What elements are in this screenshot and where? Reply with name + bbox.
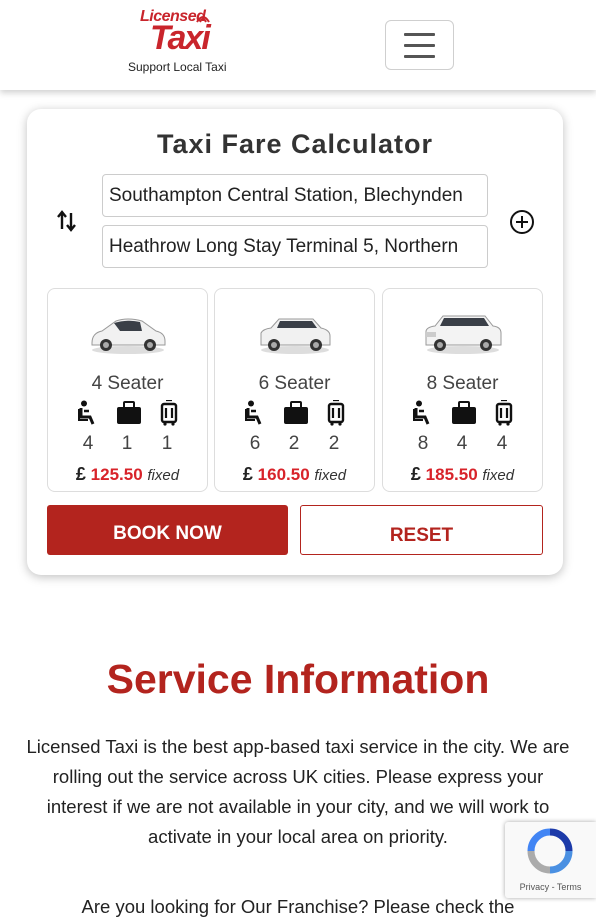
calculator-title: Taxi Fare Calculator bbox=[156, 129, 434, 159]
passenger-count: 4 bbox=[82, 433, 94, 454]
luggage-count: 1 bbox=[121, 433, 133, 454]
vehicle-option-8-seater[interactable]: 8 Seater 8 4 4 £ 185.50 fixed bbox=[382, 288, 543, 492]
service-info-title: Service Information bbox=[106, 656, 490, 702]
hand-luggage-count: 4 bbox=[496, 433, 508, 454]
vehicle-option-4-seater[interactable]: 4 Seater 4 1 1 £ 125.50 fixed bbox=[47, 288, 208, 492]
luggage-trolley-icon bbox=[495, 400, 513, 426]
car-suv-image bbox=[260, 318, 331, 354]
plus-circle-icon[interactable] bbox=[509, 209, 535, 235]
logo-tagline: Support Local Taxi bbox=[128, 60, 227, 74]
fare-amount: 160.50 bbox=[257, 465, 310, 484]
passenger-seat-icon bbox=[245, 400, 262, 425]
site-logo[interactable]: Licensed Taxi Support Local Taxi bbox=[128, 8, 240, 78]
passenger-seat-icon bbox=[413, 400, 430, 425]
hand-luggage-count: 2 bbox=[328, 433, 340, 454]
menu-toggle-button[interactable] bbox=[385, 20, 454, 70]
luggage-count: 4 bbox=[456, 433, 468, 454]
dropoff-location-input[interactable]: Heathrow Long Stay Terminal 5, Northern bbox=[102, 225, 488, 268]
passenger-count: 6 bbox=[249, 433, 261, 454]
pickup-location-input[interactable]: Southampton Central Station, Blechynden bbox=[102, 174, 488, 217]
recaptcha-icon bbox=[527, 828, 573, 874]
suitcase-icon bbox=[452, 401, 476, 424]
fare-price: £ 160.50 fixed bbox=[242, 464, 347, 484]
fare-note: fixed bbox=[314, 467, 347, 484]
fare-amount: 185.50 bbox=[425, 465, 478, 484]
vehicle-name: 4 Seater bbox=[91, 373, 164, 394]
fare-price: £ 185.50 fixed bbox=[410, 464, 515, 484]
vehicle-name: 8 Seater bbox=[426, 373, 499, 394]
hamburger-icon bbox=[404, 33, 435, 36]
suitcase-icon bbox=[117, 401, 141, 424]
fare-note: fixed bbox=[147, 467, 180, 484]
vehicle-name: 6 Seater bbox=[258, 373, 331, 394]
car-large-suv-image bbox=[425, 315, 502, 354]
recaptcha-badge[interactable]: Privacy - Terms bbox=[505, 822, 596, 898]
site-header: Licensed Taxi Support Local Taxi bbox=[0, 0, 596, 90]
book-now-button[interactable]: BOOK NOW bbox=[47, 505, 288, 555]
fare-amount: 125.50 bbox=[90, 465, 143, 484]
luggage-trolley-icon bbox=[160, 400, 178, 426]
car-hatchback-image bbox=[91, 318, 166, 354]
luggage-count: 2 bbox=[288, 433, 300, 454]
fare-note: fixed bbox=[482, 467, 515, 484]
fare-calculator-card: Taxi Fare Calculator Southampton Central… bbox=[27, 109, 563, 575]
reset-button[interactable]: RESET bbox=[300, 505, 543, 555]
vehicle-option-6-seater[interactable]: 6 Seater 6 2 2 £ 160.50 fixed bbox=[214, 288, 375, 492]
passenger-count: 8 bbox=[417, 433, 429, 454]
franchise-paragraph: Are you looking for Our Franchise? Pleas… bbox=[81, 896, 515, 917]
swap-vertical-icon[interactable] bbox=[56, 209, 78, 233]
passenger-seat-icon bbox=[78, 400, 95, 425]
recaptcha-links[interactable]: Privacy - Terms bbox=[505, 882, 596, 892]
luggage-trolley-icon bbox=[327, 400, 345, 426]
fare-price: £ 125.50 fixed bbox=[75, 464, 180, 484]
service-info-paragraph: Licensed Taxi is the best app-based taxi… bbox=[26, 736, 570, 847]
logo-main-text: Taxi bbox=[150, 19, 211, 57]
suitcase-icon bbox=[284, 401, 308, 424]
hand-luggage-count: 1 bbox=[161, 433, 173, 454]
